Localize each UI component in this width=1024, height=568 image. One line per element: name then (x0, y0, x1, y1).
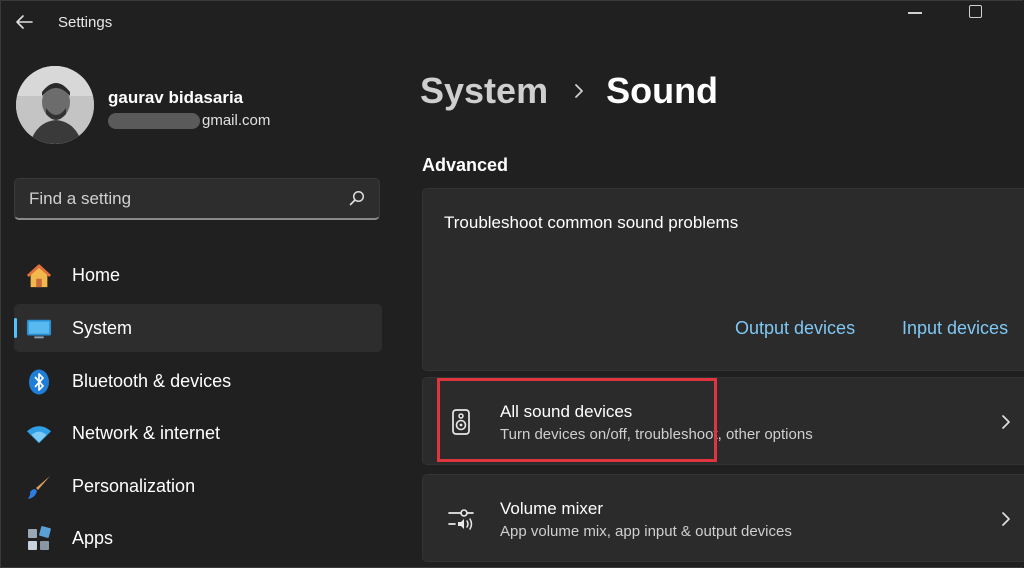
chevron-right-icon (1001, 414, 1011, 435)
apps-icon (26, 526, 52, 552)
nav-item-network[interactable]: Network & internet (14, 409, 382, 457)
back-arrow-icon (16, 15, 33, 29)
nav-item-apps[interactable]: Apps (14, 514, 382, 562)
speaker-icon (445, 406, 477, 438)
search-box[interactable] (14, 178, 380, 220)
monitor-icon (26, 316, 52, 342)
search-icon[interactable] (349, 190, 365, 206)
nav-item-home[interactable]: Home (14, 251, 382, 299)
bluetooth-icon (26, 369, 52, 395)
minimize-button[interactable] (908, 12, 922, 14)
search-input[interactable] (15, 179, 351, 219)
troubleshoot-title: Troubleshoot common sound problems (444, 213, 739, 232)
breadcrumb-parent[interactable]: System (420, 70, 548, 112)
nav-label-home: Home (72, 264, 121, 285)
all-sound-devices-subtitle: Turn devices on/off, troubleshoot, other… (500, 426, 813, 443)
chevron-right-icon (1001, 511, 1011, 532)
user-email-row: gmail.com (108, 112, 270, 129)
troubleshoot-card: Troubleshoot common sound problems Outpu… (422, 188, 1024, 371)
all-sound-devices-title: All sound devices (500, 402, 633, 421)
home-icon (26, 263, 52, 289)
nav-item-bluetooth[interactable]: Bluetooth & devices (14, 357, 382, 405)
avatar-photo-icon (16, 66, 94, 144)
app-title: Settings (58, 14, 113, 31)
volume-mixer-subtitle: App volume mix, app input & output devic… (500, 523, 792, 540)
nav-label-system: System (72, 317, 133, 338)
paintbrush-icon (26, 474, 52, 500)
nav-label-bluetooth: Bluetooth & devices (72, 370, 232, 391)
nav-item-personalization[interactable]: Personalization (14, 462, 382, 510)
user-email: gmail.com (202, 112, 271, 129)
output-devices-link[interactable]: Output devices (735, 318, 855, 339)
active-indicator (14, 318, 17, 338)
maximize-button[interactable] (969, 5, 982, 18)
nav-label-apps: Apps (72, 527, 114, 548)
email-redaction (108, 112, 200, 129)
nav-item-system[interactable]: System (14, 304, 382, 352)
breadcrumb: System Sound (420, 70, 718, 112)
volume-mixer-title: Volume mixer (500, 499, 603, 518)
volume-mixer-row[interactable]: Volume mixer App volume mix, app input &… (422, 474, 1024, 562)
breadcrumb-separator-icon (574, 83, 584, 99)
avatar[interactable] (16, 66, 94, 144)
all-sound-devices-row[interactable]: All sound devices Turn devices on/off, t… (422, 377, 1024, 465)
user-name: gaurav bidasaria (108, 88, 244, 107)
wifi-icon (26, 421, 52, 447)
back-button[interactable] (12, 10, 36, 34)
mixer-icon (445, 503, 477, 535)
nav-label-personalization: Personalization (72, 475, 196, 496)
page-title: Sound (606, 70, 719, 111)
input-devices-link[interactable]: Input devices (902, 318, 1008, 339)
nav-label-network: Network & internet (72, 422, 221, 443)
section-title-advanced: Advanced (422, 155, 509, 175)
